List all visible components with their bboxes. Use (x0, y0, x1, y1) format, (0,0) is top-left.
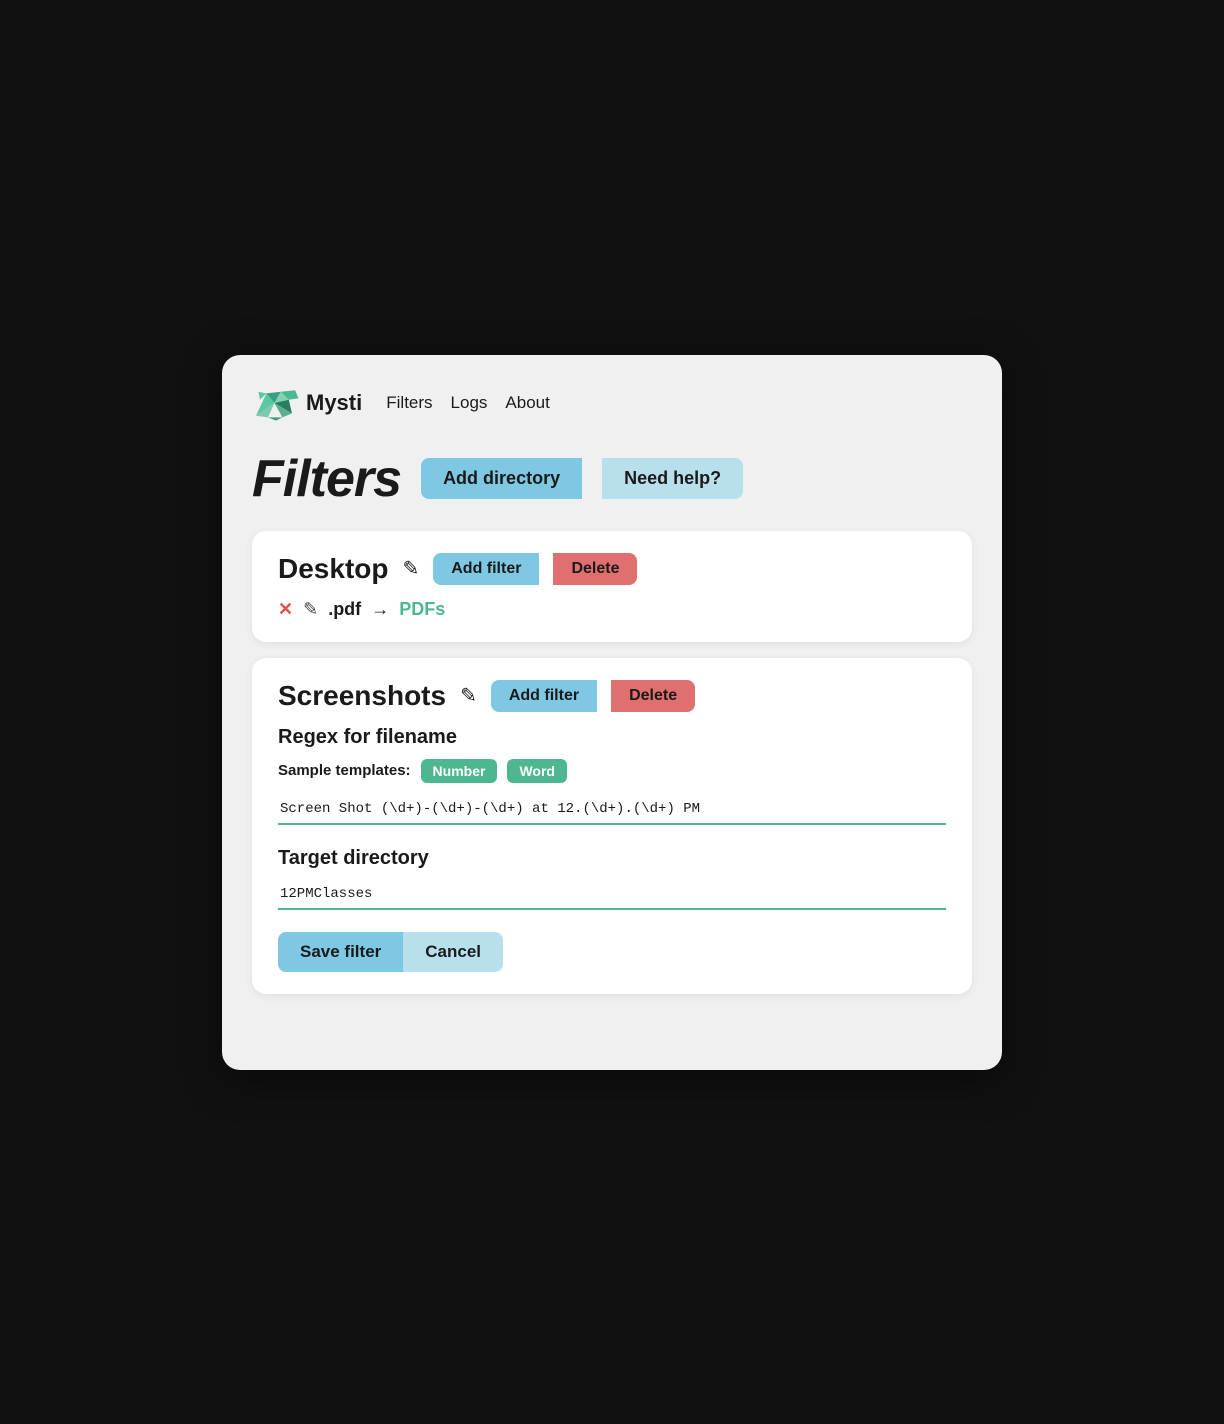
logo-icon (252, 385, 300, 421)
screenshots-card-title: Screenshots (278, 680, 446, 712)
sample-templates-label: Sample templates: (278, 762, 411, 779)
nav-bar: Mysti Filters Logs About (252, 385, 972, 421)
desktop-filter-row: ✕ ✎ .pdf → PDFs (278, 599, 946, 620)
sample-templates-row: Sample templates: Number Word (278, 759, 946, 783)
desktop-card-title: Desktop (278, 553, 388, 585)
nav-link-filters[interactable]: Filters (386, 393, 432, 413)
target-dir-heading: Target directory (278, 847, 946, 870)
filter-extension: .pdf (328, 599, 361, 620)
page-header: Filters Add directory Need help? (252, 449, 972, 509)
nav-link-about[interactable]: About (505, 393, 549, 413)
add-directory-button[interactable]: Add directory (421, 458, 582, 499)
filter-remove-icon[interactable]: ✕ (278, 599, 293, 620)
nav-links: Filters Logs About (386, 393, 550, 413)
desktop-edit-icon[interactable]: ✎ (402, 556, 419, 581)
regex-section: Regex for filename Sample templates: Num… (278, 726, 946, 847)
screenshots-edit-icon[interactable]: ✎ (460, 683, 477, 708)
nav-link-logs[interactable]: Logs (451, 393, 488, 413)
screenshots-card-header: Screenshots ✎ Add filter Delete (278, 680, 946, 712)
cancel-button[interactable]: Cancel (403, 932, 503, 972)
nav-logo[interactable]: Mysti (252, 385, 362, 421)
form-actions: Save filterCancel (278, 932, 946, 972)
target-dir-input[interactable] (278, 880, 946, 910)
need-help-button[interactable]: Need help? (602, 458, 743, 499)
desktop-card: Desktop ✎ Add filter Delete ✕ ✎ .pdf → PD… (252, 531, 972, 642)
desktop-card-header: Desktop ✎ Add filter Delete (278, 553, 946, 585)
screenshots-delete-button[interactable]: Delete (611, 680, 695, 712)
filter-edit-icon[interactable]: ✎ (303, 599, 318, 620)
regex-input[interactable] (278, 795, 946, 825)
target-dir-section: Target directory (278, 847, 946, 932)
word-template-button[interactable]: Word (507, 759, 567, 783)
filter-target-dir: PDFs (399, 599, 445, 620)
screenshots-add-filter-button[interactable]: Add filter (491, 680, 597, 712)
regex-heading: Regex for filename (278, 726, 946, 749)
filter-arrow-icon: → (371, 599, 389, 620)
desktop-delete-button[interactable]: Delete (553, 553, 637, 585)
number-template-button[interactable]: Number (421, 759, 498, 783)
screenshots-card: Screenshots ✎ Add filter Delete Regex for… (252, 658, 972, 994)
save-filter-button[interactable]: Save filter (278, 932, 403, 972)
desktop-add-filter-button[interactable]: Add filter (433, 553, 539, 585)
page-title: Filters (252, 449, 401, 509)
app-window: Mysti Filters Logs About Filters Add dir… (222, 355, 1002, 1070)
